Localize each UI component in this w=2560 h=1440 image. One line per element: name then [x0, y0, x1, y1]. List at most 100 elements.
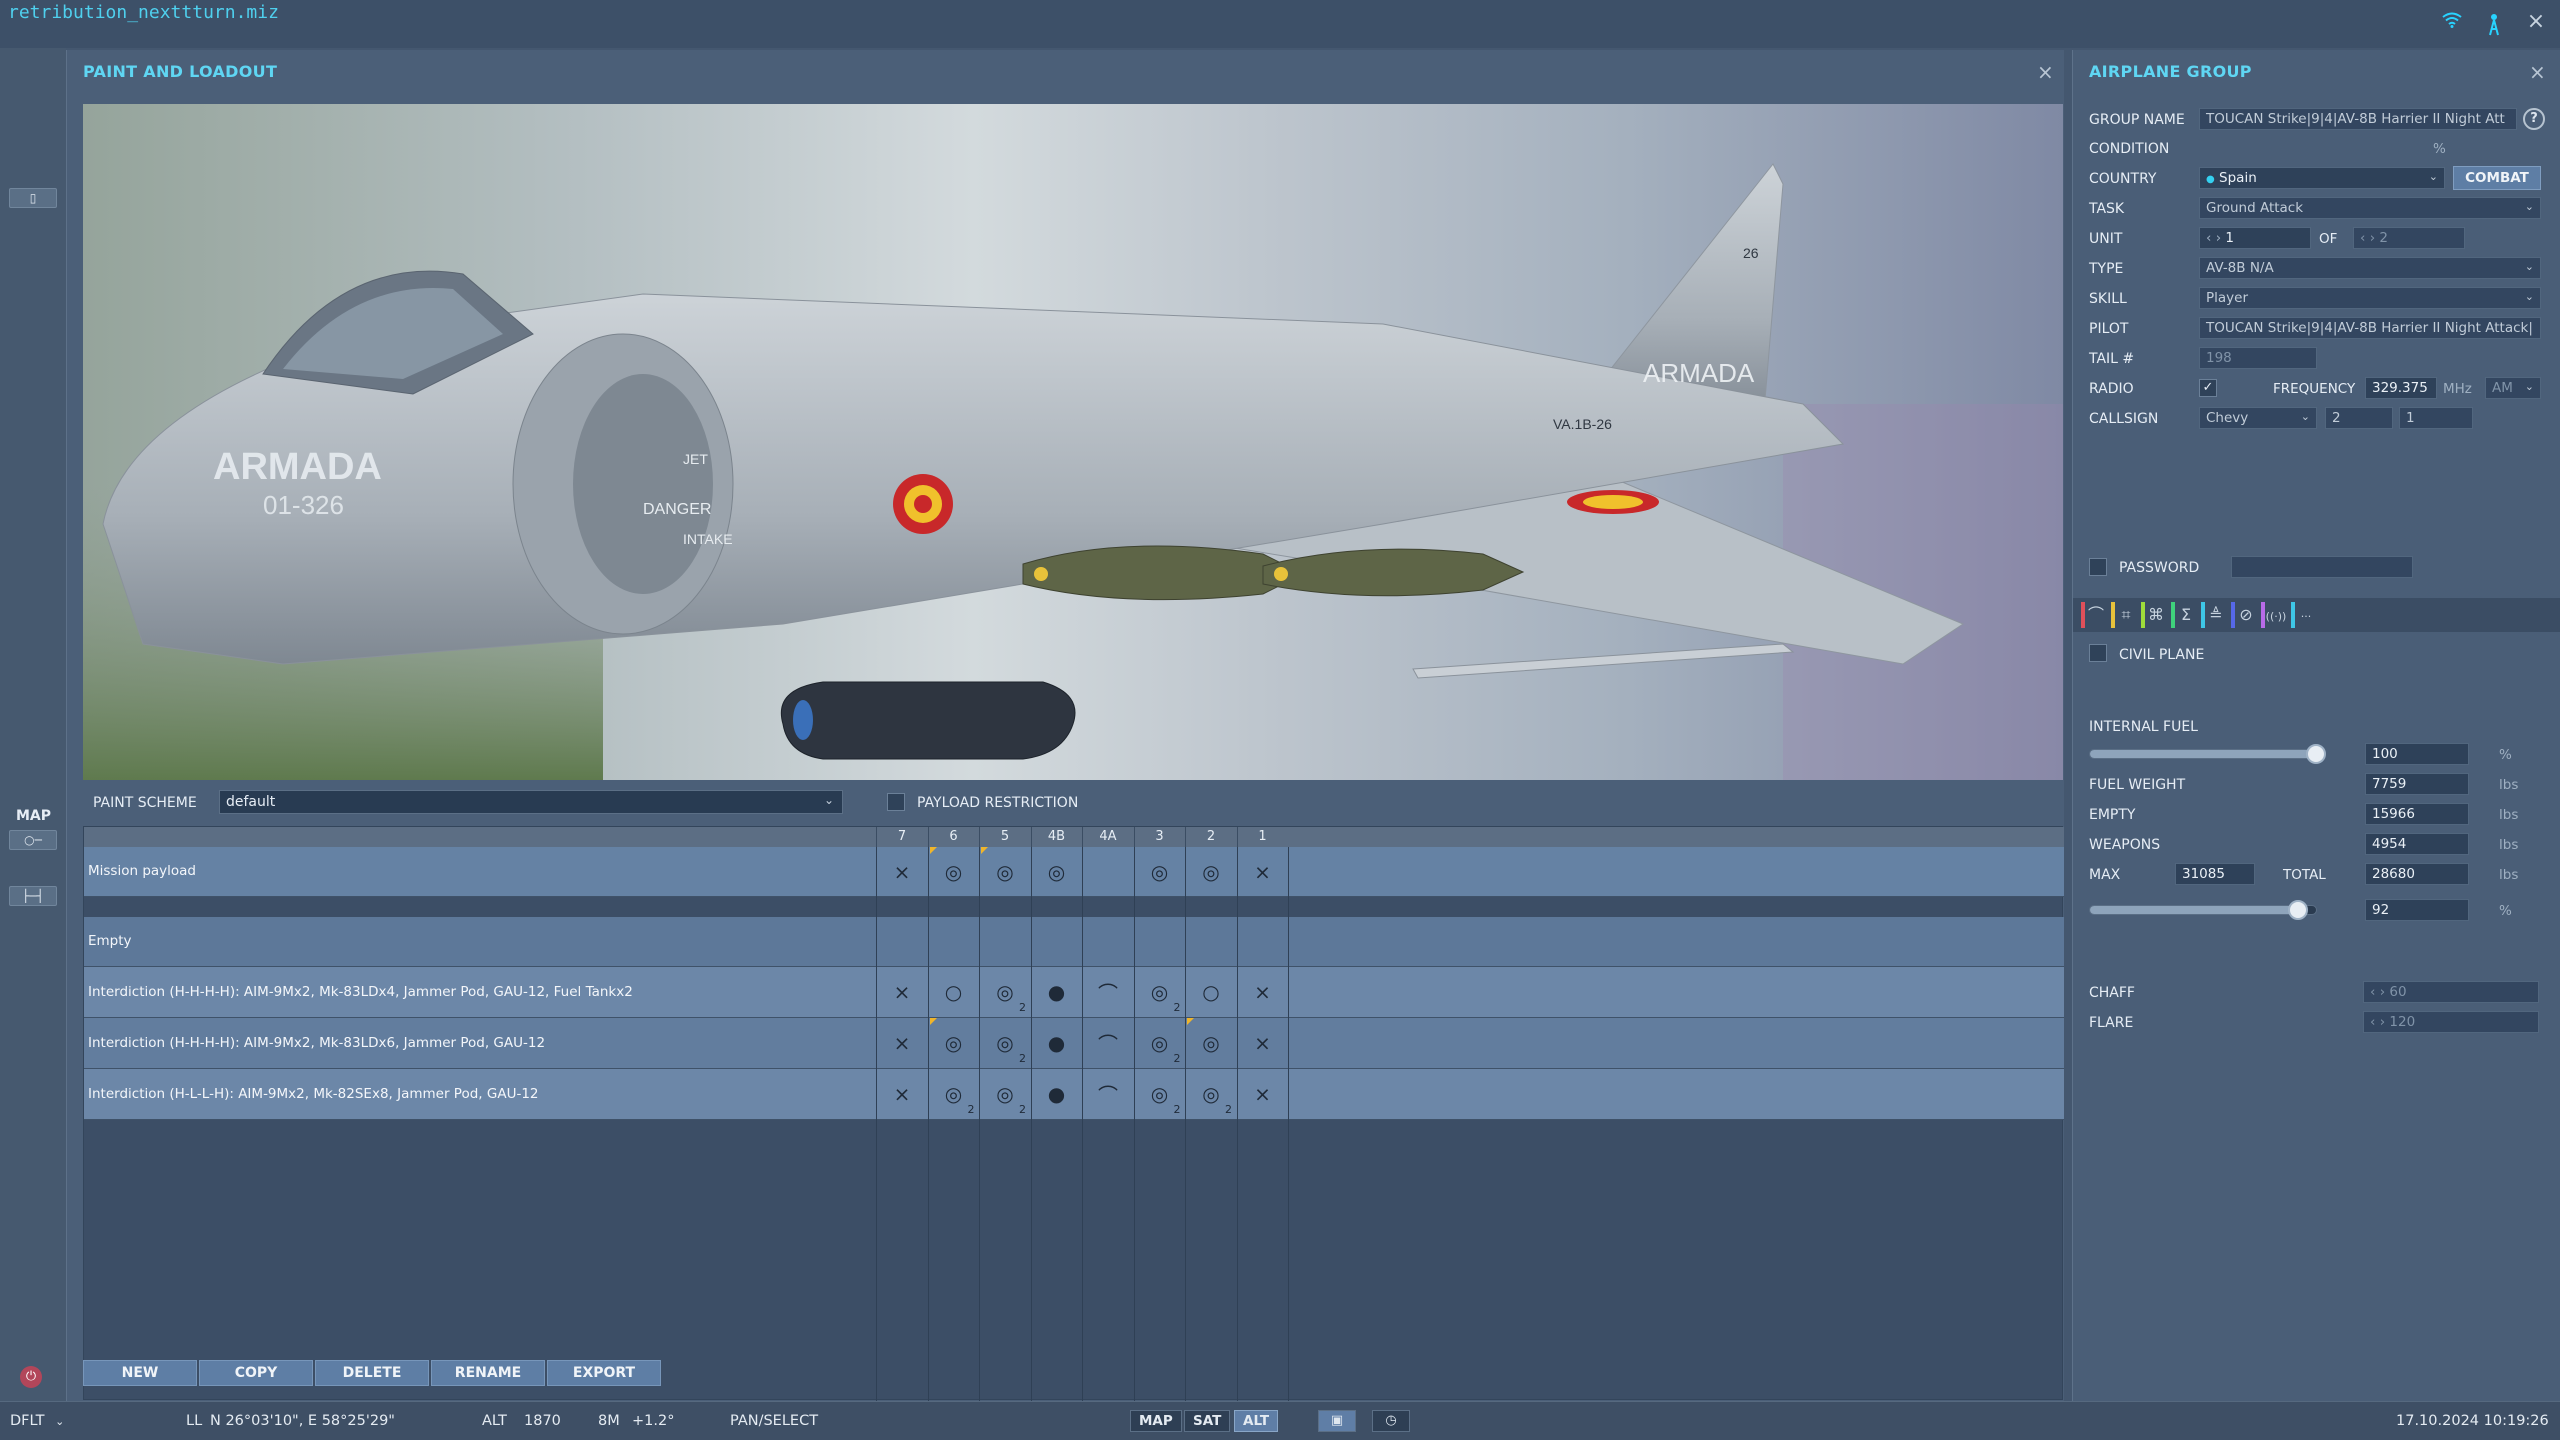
of-stepper[interactable]: ‹ › 2	[2353, 227, 2465, 249]
mission-payload-row[interactable]: Mission payload ⨯ ◎ ◎ ◎ ◎ ◎ ⨯	[84, 847, 2064, 897]
slider-knob[interactable]	[2306, 744, 2326, 764]
app-close-icon[interactable]: ×	[2526, 11, 2546, 33]
skill-select[interactable]: Player ⌄	[2199, 287, 2541, 309]
clock-settings-icon[interactable]: ◷	[1372, 1410, 1410, 1432]
stepper-arrows-icon[interactable]: ‹ ›	[2370, 984, 2385, 1000]
help-icon[interactable]: ?	[2523, 108, 2545, 130]
no-entry-icon[interactable]: ⊘	[2231, 602, 2261, 628]
stepper-arrows-icon[interactable]: ‹ ›	[2206, 230, 2221, 246]
modulation-select[interactable]: AM ⌄	[2485, 377, 2541, 399]
station-cell-6[interactable]: ◎	[927, 1018, 979, 1068]
station-cell-5[interactable]: ◎ 2	[979, 1069, 1030, 1119]
sum-icon[interactable]: Σ	[2171, 602, 2201, 628]
mode-select[interactable]: DFLT ⌄	[10, 1413, 64, 1429]
country-select[interactable]: ● Spain ⌄	[2199, 167, 2445, 189]
toolbar-clipboard-button[interactable]: ▯	[9, 188, 57, 208]
exit-icon[interactable]: ⏻	[20, 1366, 42, 1388]
combat-button[interactable]: COMBAT	[2453, 166, 2541, 190]
unit-stepper[interactable]: ‹ › 1	[2199, 227, 2311, 249]
more-icon[interactable]: ···	[2291, 602, 2321, 628]
payload-restriction-checkbox[interactable]	[887, 793, 905, 811]
station-cell-6[interactable]	[927, 917, 979, 966]
stepper-arrows-icon[interactable]: ‹ ›	[2360, 230, 2375, 246]
station-cell-3[interactable]: ◎ 2	[1133, 967, 1185, 1017]
close-icon[interactable]: ×	[2037, 60, 2054, 84]
radio-icon[interactable]: ((·))	[2261, 602, 2291, 628]
internal-fuel-input[interactable]: 100	[2365, 743, 2469, 765]
station-cell-7[interactable]: ⨯	[876, 847, 927, 896]
map-view-button[interactable]: MAP	[1130, 1410, 1182, 1432]
action-icon[interactable]: ⌘	[2141, 602, 2171, 628]
station-cell-4a[interactable]: ⌒	[1082, 967, 1133, 1017]
internal-fuel-slider[interactable]	[2089, 744, 2326, 764]
civil-plane-checkbox[interactable]	[2089, 644, 2107, 662]
station-cell-2[interactable]: ◎	[1185, 1018, 1236, 1068]
password-input[interactable]	[2231, 556, 2413, 578]
fuel-weight-input[interactable]: 7759	[2365, 773, 2469, 795]
station-cell-3[interactable]	[1133, 917, 1185, 966]
loadout-row[interactable]: Interdiction (H-L-L-H): AIM-9Mx2, Mk-82S…	[84, 1069, 2064, 1120]
station-cell-1[interactable]: ⨯	[1236, 967, 1288, 1017]
copy-button[interactable]: COPY	[199, 1360, 313, 1386]
pilot-input[interactable]: TOUCAN Strike|9|4|AV-8B Harrier II Night…	[2199, 317, 2541, 339]
password-checkbox[interactable]	[2089, 558, 2107, 576]
station-cell-4b[interactable]: ●	[1030, 967, 1082, 1017]
total-weight-slider[interactable]	[2089, 900, 2317, 920]
waypoint-icon[interactable]: ⌒	[2081, 602, 2111, 628]
station-cell-4a[interactable]	[1082, 917, 1133, 966]
station-cell-1[interactable]	[1236, 917, 1288, 966]
target-icon[interactable]: ⌗	[2111, 602, 2141, 628]
station-cell-5[interactable]	[979, 917, 1030, 966]
station-cell-4b[interactable]: ◎	[1030, 847, 1082, 896]
delete-button[interactable]: DELETE	[315, 1360, 429, 1386]
station-cell-3[interactable]: ◎ 2	[1133, 1018, 1185, 1068]
station-cell-4a[interactable]: ⌒	[1082, 1069, 1133, 1119]
total-percent-input[interactable]: 92	[2365, 899, 2469, 921]
paint-scheme-select[interactable]: default ⌄	[219, 790, 843, 814]
export-button[interactable]: EXPORT	[547, 1360, 661, 1386]
camera-icon[interactable]: ▣	[1318, 1410, 1356, 1432]
station-cell-2[interactable]: ◎ 2	[1185, 1069, 1236, 1119]
station-cell-5[interactable]: ◎ 2	[979, 1018, 1030, 1068]
station-cell-3[interactable]: ◎ 2	[1133, 1069, 1185, 1119]
flare-stepper[interactable]: ‹ › 120	[2363, 1011, 2539, 1033]
station-cell-7[interactable]: ⨯	[876, 1018, 927, 1068]
station-cell-6[interactable]: ◎	[927, 847, 979, 896]
station-cell-4b[interactable]: ●	[1030, 1018, 1082, 1068]
station-cell-4a[interactable]	[1082, 847, 1133, 896]
station-cell-5[interactable]: ◎	[979, 847, 1030, 896]
new-button[interactable]: NEW	[83, 1360, 197, 1386]
station-cell-4b[interactable]	[1030, 917, 1082, 966]
map-ruler-button[interactable]: ├─┤	[9, 886, 57, 906]
station-cell-2[interactable]: ◎	[1185, 847, 1236, 896]
station-cell-6[interactable]: ◎ 2	[927, 1069, 979, 1119]
station-cell-3[interactable]: ◎	[1133, 847, 1185, 896]
station-cell-1[interactable]: ⨯	[1236, 1069, 1288, 1119]
station-cell-7[interactable]	[876, 917, 927, 966]
task-select[interactable]: Ground Attack ⌄	[2199, 197, 2541, 219]
group-close-icon[interactable]: ×	[2529, 60, 2546, 84]
slider-knob[interactable]	[2287, 900, 2308, 920]
alt-view-button[interactable]: ALT	[1234, 1410, 1279, 1432]
frequency-input[interactable]: 329.375	[2365, 377, 2437, 399]
station-cell-7[interactable]: ⨯	[876, 967, 927, 1017]
sat-view-button[interactable]: SAT	[1184, 1410, 1231, 1432]
station-cell-2[interactable]: ○	[1185, 967, 1236, 1017]
station-cell-7[interactable]: ⨯	[876, 1069, 927, 1119]
callsign-select[interactable]: Chevy ⌄	[2199, 407, 2317, 429]
chaff-stepper[interactable]: ‹ › 60	[2363, 981, 2539, 1003]
station-cell-1[interactable]: ⨯	[1236, 1018, 1288, 1068]
radio-checkbox[interactable]: ✓	[2199, 379, 2217, 397]
group-name-input[interactable]: TOUCAN Strike|9|4|AV-8B Harrier II Night…	[2199, 108, 2517, 130]
station-cell-6[interactable]: ○	[927, 967, 979, 1017]
loadout-row[interactable]: Empty	[84, 917, 2064, 967]
station-cell-4a[interactable]: ⌒	[1082, 1018, 1133, 1068]
callsign-number-1[interactable]: 2	[2325, 407, 2393, 429]
type-select[interactable]: AV-8B N/A ⌄	[2199, 257, 2541, 279]
rename-button[interactable]: RENAME	[431, 1360, 545, 1386]
loadout-row[interactable]: Interdiction (H-H-H-H): AIM-9Mx2, Mk-83L…	[84, 967, 2064, 1018]
map-key-button[interactable]: ○─	[9, 830, 57, 850]
station-cell-2[interactable]	[1185, 917, 1236, 966]
callsign-number-2[interactable]: 1	[2399, 407, 2473, 429]
station-cell-1[interactable]: ⨯	[1236, 847, 1288, 896]
